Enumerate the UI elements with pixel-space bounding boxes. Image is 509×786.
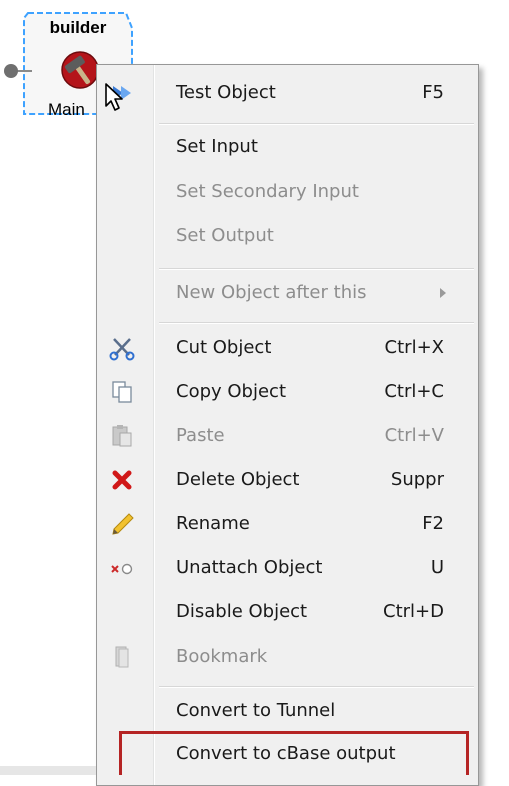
connector-line — [16, 70, 32, 72]
pencil-icon — [112, 513, 134, 535]
menu-item-label: Delete Object — [176, 469, 300, 490]
node-label: Main — [48, 100, 85, 119]
menu-item-label: Cut Object — [176, 337, 272, 358]
canvas-bottom-strip — [0, 766, 96, 775]
menu-item-label: Test Object — [176, 82, 276, 103]
menu-item-bookmark: Bookmark — [97, 636, 478, 678]
menu-item-label: Set Output — [176, 225, 274, 246]
scissors-icon — [109, 338, 135, 361]
menu-item-disable-object[interactable]: Disable Object Ctrl+D — [97, 591, 478, 633]
menu-item-shortcut: Ctrl+X — [384, 337, 444, 358]
copy-icon — [112, 381, 132, 403]
menu-item-set-output: Set Output — [97, 215, 478, 257]
menu-item-convert-to-tunnel[interactable]: Convert to Tunnel — [97, 690, 478, 732]
input-connector[interactable] — [4, 64, 18, 78]
context-menu: Test Object F5 Set Input Set Secondary I… — [96, 64, 479, 786]
menu-item-test-object[interactable]: Test Object F5 — [97, 72, 478, 114]
menu-item-shortcut: F2 — [422, 513, 444, 534]
menu-item-label: Paste — [176, 425, 225, 446]
menu-separator — [159, 268, 474, 270]
menu-item-rename[interactable]: Rename F2 — [97, 503, 478, 545]
menu-item-shortcut: U — [430, 557, 444, 578]
menu-item-label: Bookmark — [176, 646, 268, 667]
menu-item-label: Set Input — [176, 136, 258, 157]
menu-item-shortcut: Suppr — [390, 469, 444, 490]
menu-item-label: Set Secondary Input — [176, 181, 359, 202]
menu-item-label: Unattach Object — [176, 557, 323, 578]
paste-icon — [112, 425, 132, 447]
menu-separator — [159, 123, 474, 125]
menu-item-paste: Paste Ctrl+V — [97, 415, 478, 457]
menu-item-delete-object[interactable]: Delete Object Suppr — [97, 459, 478, 501]
menu-item-unattach-object[interactable]: Unattach Object U — [97, 547, 478, 589]
menu-item-new-object-after: New Object after this — [97, 272, 478, 314]
menu-item-shortcut: Ctrl+D — [383, 601, 444, 622]
mouse-pointer-icon — [105, 83, 123, 111]
menu-item-set-secondary-input: Set Secondary Input — [97, 171, 478, 213]
menu-item-copy-object[interactable]: Copy Object Ctrl+C — [97, 371, 478, 413]
menu-item-label: Disable Object — [176, 601, 308, 622]
menu-item-label: Convert to Tunnel — [176, 700, 336, 721]
hammer-icon — [61, 51, 99, 89]
menu-item-label: New Object after this — [176, 282, 367, 303]
bookmark-icon — [115, 646, 129, 668]
menu-item-shortcut: Ctrl+V — [384, 425, 444, 446]
menu-item-label: Copy Object — [176, 381, 287, 402]
menu-item-label: Rename — [176, 513, 250, 534]
node-title: builder — [49, 18, 107, 37]
menu-item-shortcut: Ctrl+C — [384, 381, 444, 402]
menu-item-shortcut: F5 — [422, 82, 444, 103]
menu-separator — [159, 686, 474, 688]
highlight-box — [119, 731, 469, 775]
submenu-arrow-icon — [440, 288, 446, 298]
unattach-icon — [111, 563, 133, 575]
menu-item-set-input[interactable]: Set Input — [97, 126, 478, 168]
menu-item-cut-object[interactable]: Cut Object Ctrl+X — [97, 327, 478, 369]
delete-x-icon — [112, 470, 132, 490]
menu-separator — [159, 322, 474, 324]
